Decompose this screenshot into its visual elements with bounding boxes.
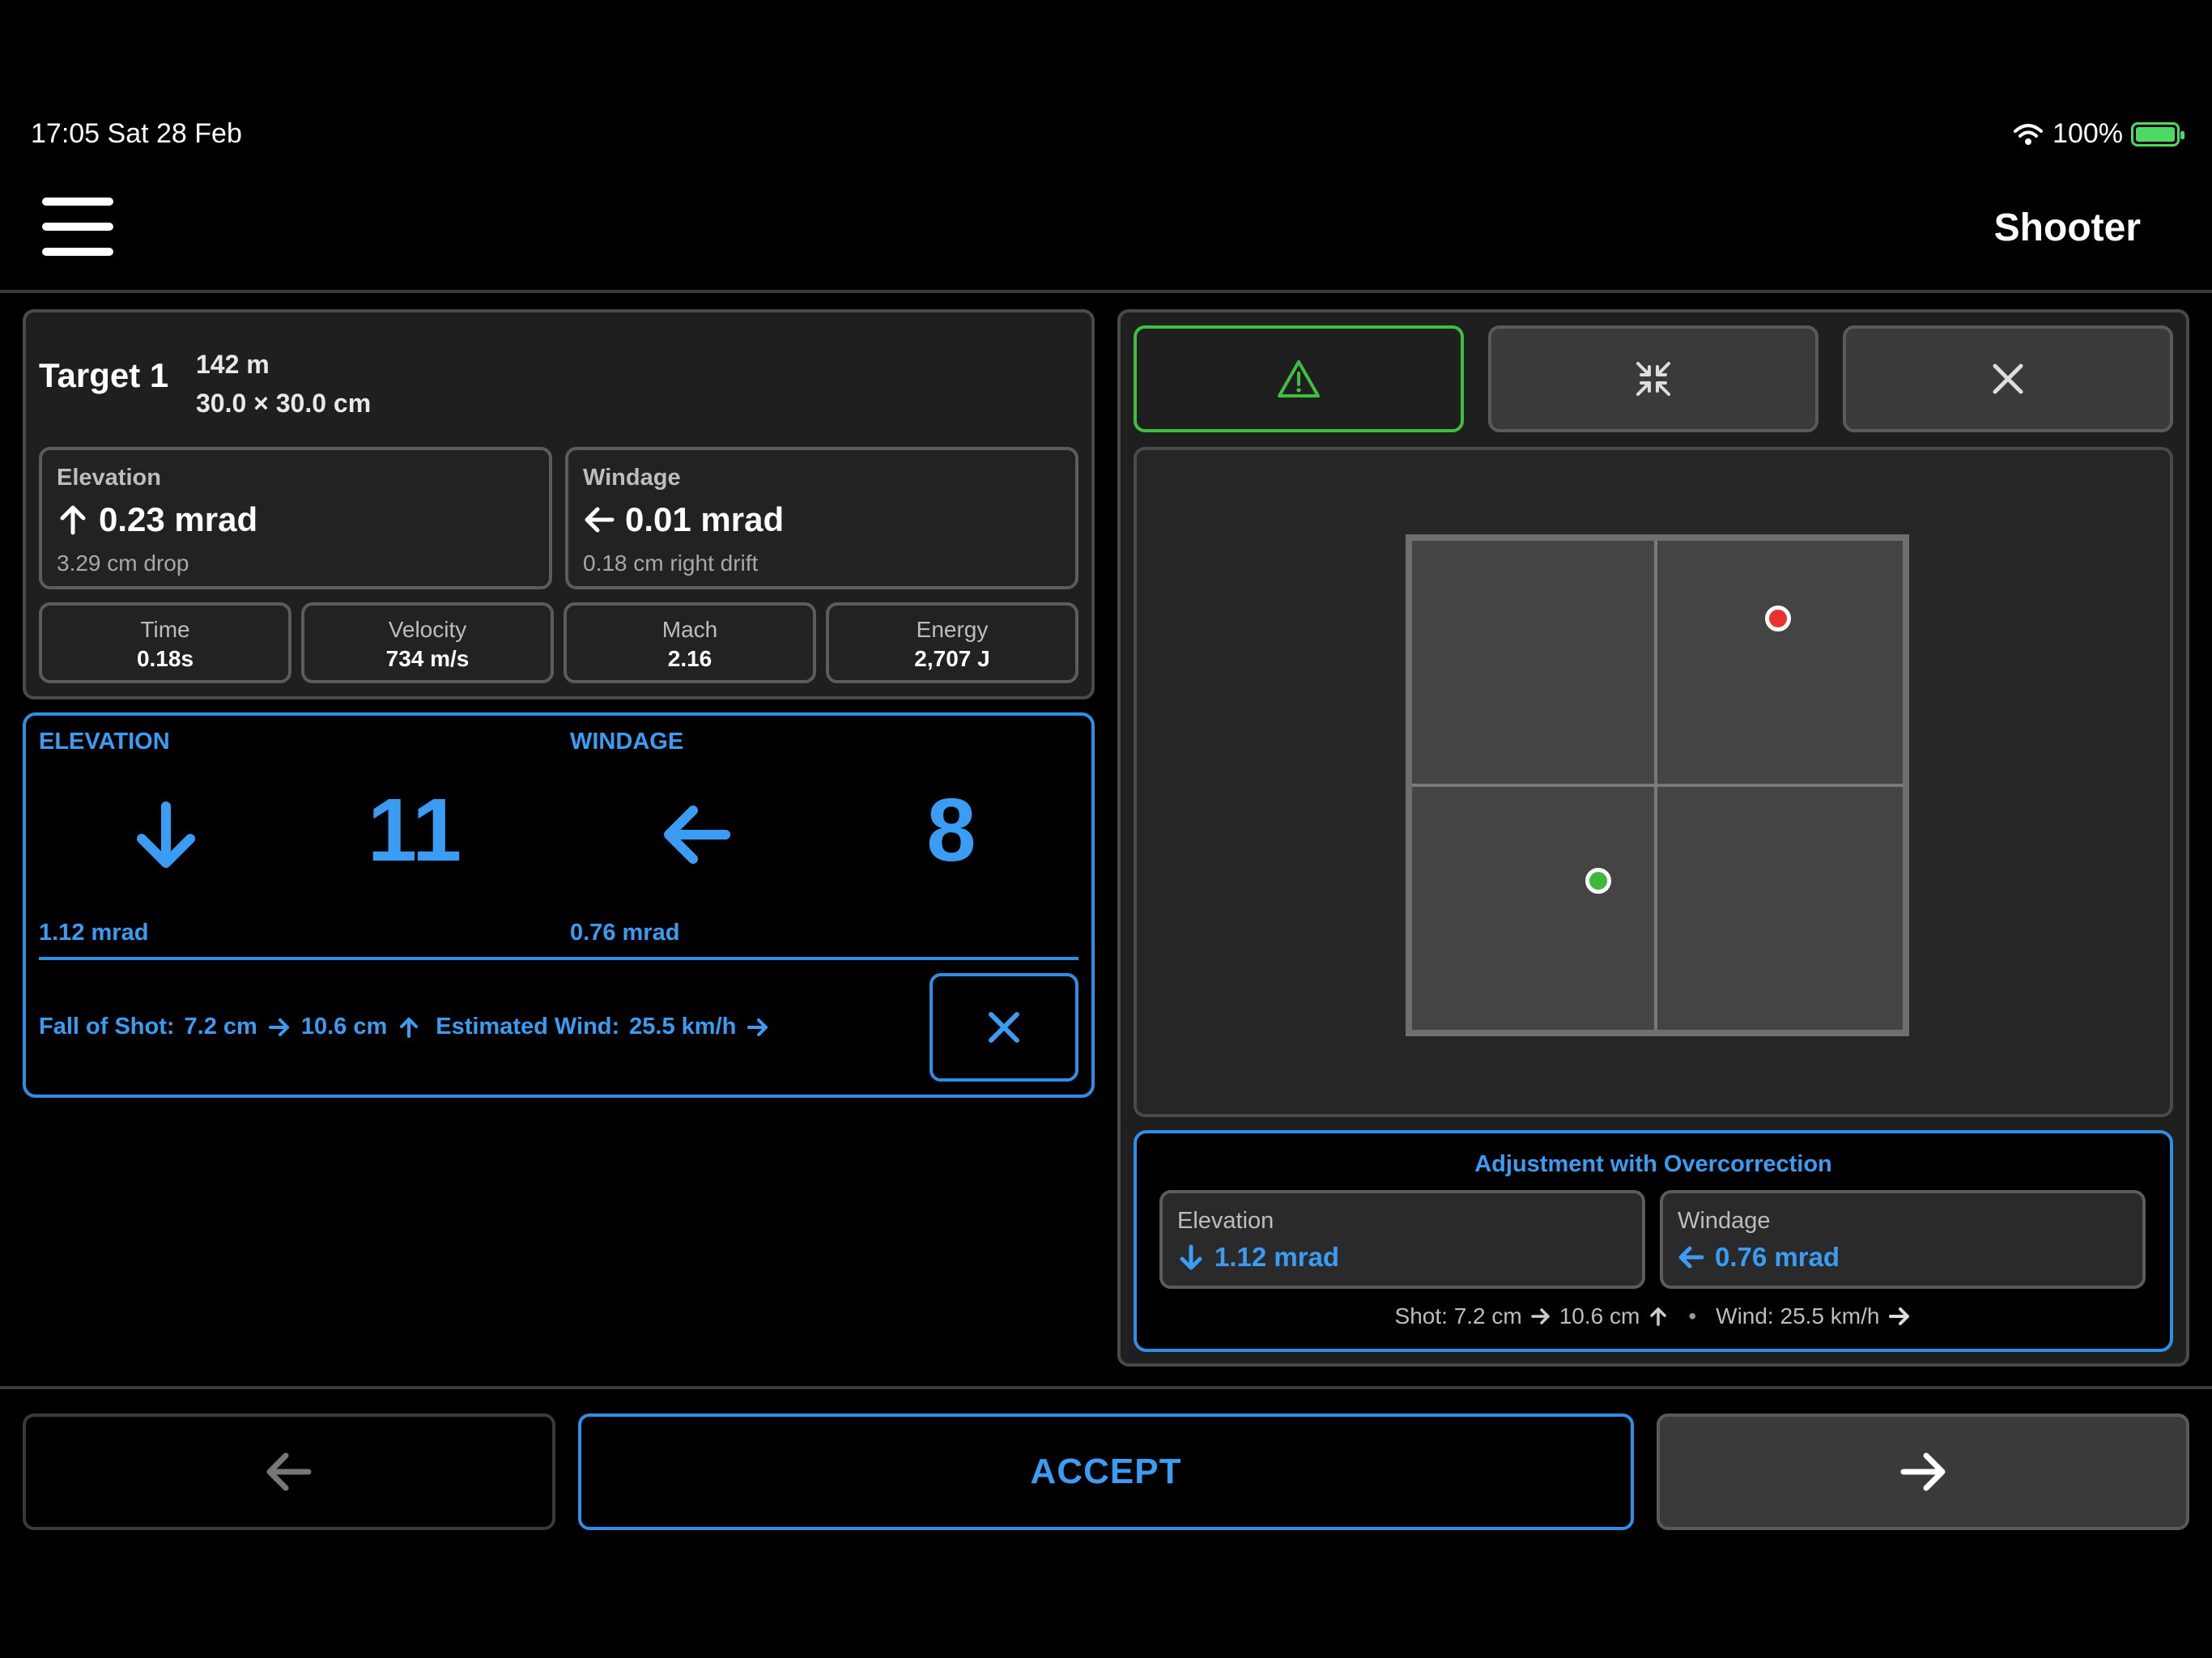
adjustment-summary: Shot: 7.2 cm 10.6 cm • Wind: 25.5 km/h (1134, 1303, 2173, 1329)
correction-windage-label: WINDAGE (570, 729, 684, 755)
footer-divider (0, 1386, 2212, 1389)
arrow-left-icon (1678, 1246, 1704, 1269)
correction-elevation-label: ELEVATION (39, 729, 170, 755)
arrow-up-icon (1650, 1307, 1667, 1326)
arrow-down-icon (137, 801, 195, 868)
elevation-card: Elevation 0.23 mrad 3.29 cm drop (39, 447, 552, 589)
separator-dot: • (1688, 1303, 1697, 1329)
stat-label: Mach (661, 617, 718, 642)
arrow-up-icon (400, 1017, 419, 1038)
arrow-right-icon (1889, 1307, 1910, 1325)
collapse-button[interactable] (1488, 325, 1819, 432)
elevation-value-row: 0.23 mrad (57, 500, 257, 539)
adjustment-wind-text: Wind: 25.5 km/h (1716, 1303, 1880, 1329)
elevation-clicks: 11 (367, 780, 462, 880)
fall-y: 10.6 cm (300, 1014, 388, 1039)
warning-button[interactable] (1134, 325, 1464, 432)
wind-value: 25.5 km/h (629, 1014, 737, 1039)
close-icon (989, 1012, 1019, 1043)
battery-percent: 100% (2052, 118, 2123, 149)
accept-button[interactable]: ACCEPT (578, 1414, 1634, 1530)
elevation-sub: 3.29 cm drop (57, 551, 189, 576)
windage-value-row: 0.01 mrad (583, 500, 784, 539)
stat-mach: Mach 2.16 (564, 602, 816, 683)
warning-icon (1278, 360, 1320, 397)
stat-value: 2,707 J (914, 646, 990, 671)
windage-sub: 0.18 cm right drift (583, 551, 759, 576)
stat-energy: Energy 2,707 J (826, 602, 1078, 683)
stat-label: Velocity (388, 617, 467, 642)
correction-elevation-mrad: 1.12 mrad (39, 920, 149, 946)
arrow-up-icon (60, 505, 86, 535)
adjustment-windage-value: 0.76 mrad (1715, 1242, 1840, 1272)
hamburger-menu-icon[interactable] (42, 198, 113, 256)
correction-windage-mrad: 0.76 mrad (570, 920, 680, 946)
adjustment-windage-label: Windage (1678, 1208, 1771, 1234)
wind-label: Estimated Wind: (436, 1014, 620, 1039)
stat-label: Energy (916, 617, 989, 642)
stat-time: Time 0.18s (39, 602, 291, 683)
target-meta: 142 m 30.0 × 30.0 cm (196, 345, 371, 423)
windage-value: 0.01 mrad (625, 500, 785, 538)
adjustment-windage-row: 0.76 mrad (1678, 1242, 1840, 1273)
arrow-down-icon (1180, 1244, 1202, 1270)
arrow-left-icon (266, 1452, 312, 1491)
adjustment-elevation-value: 1.12 mrad (1214, 1242, 1340, 1272)
target-center-line-horizontal (1412, 784, 1903, 787)
adjustment-title: Adjustment with Overcorrection (1474, 1151, 1832, 1177)
adjustment-elevation-label: Elevation (1177, 1208, 1274, 1234)
page-title: Shooter (1993, 206, 2141, 249)
header-divider (0, 290, 2212, 293)
wifi-icon (2014, 123, 2044, 145)
target-distance: 142 m (196, 350, 270, 379)
stat-value: 0.18s (136, 646, 194, 671)
collapse-icon (1636, 362, 1670, 396)
target-square (1406, 534, 1909, 1036)
elevation-label: Elevation (57, 465, 161, 491)
fall-label: Fall of Shot: (39, 1014, 175, 1039)
adjustment-elevation-row: 1.12 mrad (1177, 1242, 1339, 1273)
arrow-right-icon (1530, 1308, 1550, 1324)
fall-x: 7.2 cm (184, 1014, 257, 1039)
arrow-left-icon (585, 507, 615, 533)
battery-icon (2131, 121, 2184, 147)
windage-label: Windage (583, 465, 681, 491)
arrow-right-icon (1900, 1452, 1946, 1491)
dismiss-correction-button[interactable] (929, 973, 1078, 1082)
adjustment-shot-y: 10.6 cm (1559, 1303, 1640, 1329)
next-button[interactable] (1657, 1414, 2189, 1530)
windage-card: Windage 0.01 mrad 0.18 cm right drift (565, 447, 1078, 589)
stat-value: 2.16 (667, 646, 713, 671)
close-icon (1993, 363, 2023, 394)
adjustment-shot-text: Shot: 7.2 cm (1394, 1303, 1522, 1329)
aim-point-marker[interactable] (1585, 868, 1611, 894)
fall-of-shot-row: Fall of Shot: 7.2 cm 10.6 cm Estimated W… (39, 1014, 770, 1040)
adjustment-elevation-card: Elevation 1.12 mrad (1159, 1190, 1645, 1289)
arrow-right-icon (747, 1018, 768, 1036)
stat-value: 734 m/s (385, 646, 470, 671)
impact-marker[interactable] (1765, 606, 1791, 631)
stat-label: Time (140, 617, 190, 642)
target-name: Target 1 (39, 356, 169, 394)
close-view-button[interactable] (1843, 325, 2173, 432)
arrow-left-icon (664, 806, 730, 864)
stat-velocity: Velocity 734 m/s (301, 602, 554, 683)
adjustment-windage-card: Windage 0.76 mrad (1660, 1190, 2146, 1289)
status-time-date: 17:05 Sat 28 Feb (31, 118, 242, 149)
elevation-value: 0.23 mrad (99, 500, 258, 538)
previous-button[interactable] (23, 1414, 555, 1530)
status-indicators: 100% (2012, 118, 2184, 150)
correction-divider (39, 957, 1078, 960)
windage-clicks: 8 (926, 780, 976, 880)
target-size: 30.0 × 30.0 cm (196, 389, 372, 418)
arrow-right-icon (268, 1018, 289, 1036)
